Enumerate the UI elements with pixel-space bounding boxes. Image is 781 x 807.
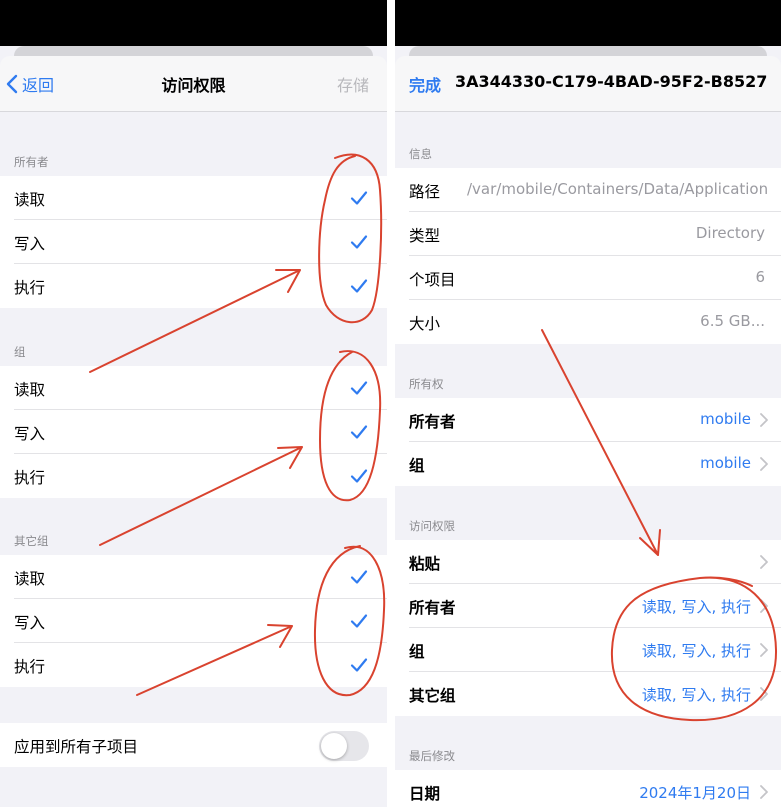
row-value: mobile bbox=[700, 410, 751, 428]
file-info-screen: 完成 3A344330-C179-4BAD-95F2-B8527... 信息 路… bbox=[395, 0, 781, 807]
group-row[interactable]: 组 mobile bbox=[395, 442, 781, 486]
others-execute-row[interactable]: 执行 bbox=[0, 643, 387, 687]
checkmark-icon bbox=[350, 570, 368, 584]
row-label: 所有者 bbox=[409, 413, 456, 431]
owner-permissions-row[interactable]: 所有者 读取, 写入, 执行 bbox=[395, 584, 781, 628]
chevron-right-icon bbox=[760, 555, 768, 569]
row-label: 读取 bbox=[14, 570, 46, 588]
date-row[interactable]: 日期 2024年1月20日 bbox=[395, 770, 781, 807]
access-permissions-screen: 返回 访问权限 存储 所有者 读取 写入 执行 组 读取 写入 执行 其它组 读… bbox=[0, 0, 387, 807]
row-label: 执行 bbox=[14, 279, 46, 297]
page-title: 访问权限 bbox=[161, 76, 226, 95]
chevron-right-icon bbox=[760, 457, 768, 471]
checkmark-icon bbox=[350, 658, 368, 672]
row-value: 2024年1月20日 bbox=[639, 784, 751, 802]
group-permissions-row[interactable]: 组 读取, 写入, 执行 bbox=[395, 628, 781, 672]
navigation-bar: 完成 3A344330-C179-4BAD-95F2-B8527... bbox=[395, 56, 781, 112]
row-value: 读取, 写入, 执行 bbox=[641, 642, 751, 660]
row-value: 读取, 写入, 执行 bbox=[641, 598, 751, 616]
row-label: 组 bbox=[409, 457, 425, 475]
others-permissions-row[interactable]: 其它组 读取, 写入, 执行 bbox=[395, 672, 781, 716]
row-label: 执行 bbox=[14, 469, 46, 487]
checkmark-icon bbox=[350, 381, 368, 395]
page-title: 3A344330-C179-4BAD-95F2-B8527... bbox=[455, 72, 769, 91]
row-value: /var/mobile/Containers/Data/Application bbox=[467, 180, 767, 198]
save-button[interactable]: 存储 bbox=[337, 72, 369, 96]
item-count-row: 个项目 6 bbox=[395, 256, 781, 300]
checkmark-icon bbox=[350, 469, 368, 483]
group-execute-row[interactable]: 执行 bbox=[0, 454, 387, 498]
checkmark-icon bbox=[350, 425, 368, 439]
owner-write-row[interactable]: 写入 bbox=[0, 220, 387, 264]
owner-read-row[interactable]: 读取 bbox=[0, 176, 387, 220]
row-label: 日期 bbox=[409, 785, 441, 803]
row-label: 个项目 bbox=[409, 271, 456, 289]
others-read-row[interactable]: 读取 bbox=[0, 555, 387, 599]
section-label-others: 其它组 bbox=[14, 534, 49, 548]
status-bar bbox=[395, 0, 781, 46]
row-value: 读取, 写入, 执行 bbox=[641, 686, 751, 704]
navigation-bar: 返回 访问权限 存储 bbox=[0, 56, 387, 112]
row-value: 6 bbox=[755, 268, 765, 286]
row-label: 读取 bbox=[14, 191, 46, 209]
row-label: 类型 bbox=[409, 227, 441, 245]
section-label-group: 组 bbox=[14, 345, 26, 359]
row-label: 大小 bbox=[409, 315, 441, 333]
status-bar bbox=[0, 0, 387, 46]
section-label-ownership: 所有权 bbox=[409, 377, 444, 391]
apply-to-children-row: 应用到所有子项目 bbox=[0, 723, 387, 767]
apply-to-children-toggle[interactable] bbox=[319, 731, 369, 761]
checkmark-icon bbox=[350, 235, 368, 249]
row-label: 所有者 bbox=[409, 599, 456, 617]
row-value: mobile bbox=[700, 454, 751, 472]
done-button[interactable]: 完成 bbox=[409, 72, 441, 96]
row-label: 其它组 bbox=[409, 687, 456, 705]
row-label: 路径 bbox=[409, 183, 441, 201]
owner-execute-row[interactable]: 执行 bbox=[0, 264, 387, 308]
row-label: 写入 bbox=[14, 614, 46, 632]
path-row: 路径/var/mobile/Containers/Data/Applicatio… bbox=[395, 168, 781, 212]
checkmark-icon bbox=[350, 191, 368, 205]
section-label-modified: 最后修改 bbox=[409, 749, 455, 763]
toggle-knob bbox=[321, 733, 347, 759]
chevron-right-icon bbox=[760, 643, 768, 657]
row-label: 粘贴 bbox=[409, 555, 441, 573]
section-label-owner: 所有者 bbox=[14, 155, 49, 169]
section-label-access: 访问权限 bbox=[409, 519, 455, 533]
row-label: 读取 bbox=[14, 381, 46, 399]
checkmark-icon bbox=[350, 279, 368, 293]
chevron-right-icon bbox=[760, 413, 768, 427]
size-row: 大小 6.5 GB... bbox=[395, 300, 781, 344]
row-label: 组 bbox=[409, 643, 425, 661]
chevron-right-icon bbox=[760, 785, 768, 799]
chevron-right-icon bbox=[760, 599, 768, 613]
sticky-row[interactable]: 粘贴 bbox=[395, 540, 781, 584]
row-label: 执行 bbox=[14, 658, 46, 676]
others-write-row[interactable]: 写入 bbox=[0, 599, 387, 643]
chevron-right-icon bbox=[760, 687, 768, 701]
owner-row[interactable]: 所有者 mobile bbox=[395, 398, 781, 442]
row-value: 6.5 GB... bbox=[700, 312, 765, 330]
row-label: 写入 bbox=[14, 235, 46, 253]
group-read-row[interactable]: 读取 bbox=[0, 366, 387, 410]
checkmark-icon bbox=[350, 614, 368, 628]
row-label: 应用到所有子项目 bbox=[14, 738, 139, 756]
section-label-info: 信息 bbox=[409, 147, 432, 161]
row-value: Directory bbox=[695, 224, 765, 242]
row-label: 写入 bbox=[14, 425, 46, 443]
group-write-row[interactable]: 写入 bbox=[0, 410, 387, 454]
type-row: 类型 Directory bbox=[395, 212, 781, 256]
